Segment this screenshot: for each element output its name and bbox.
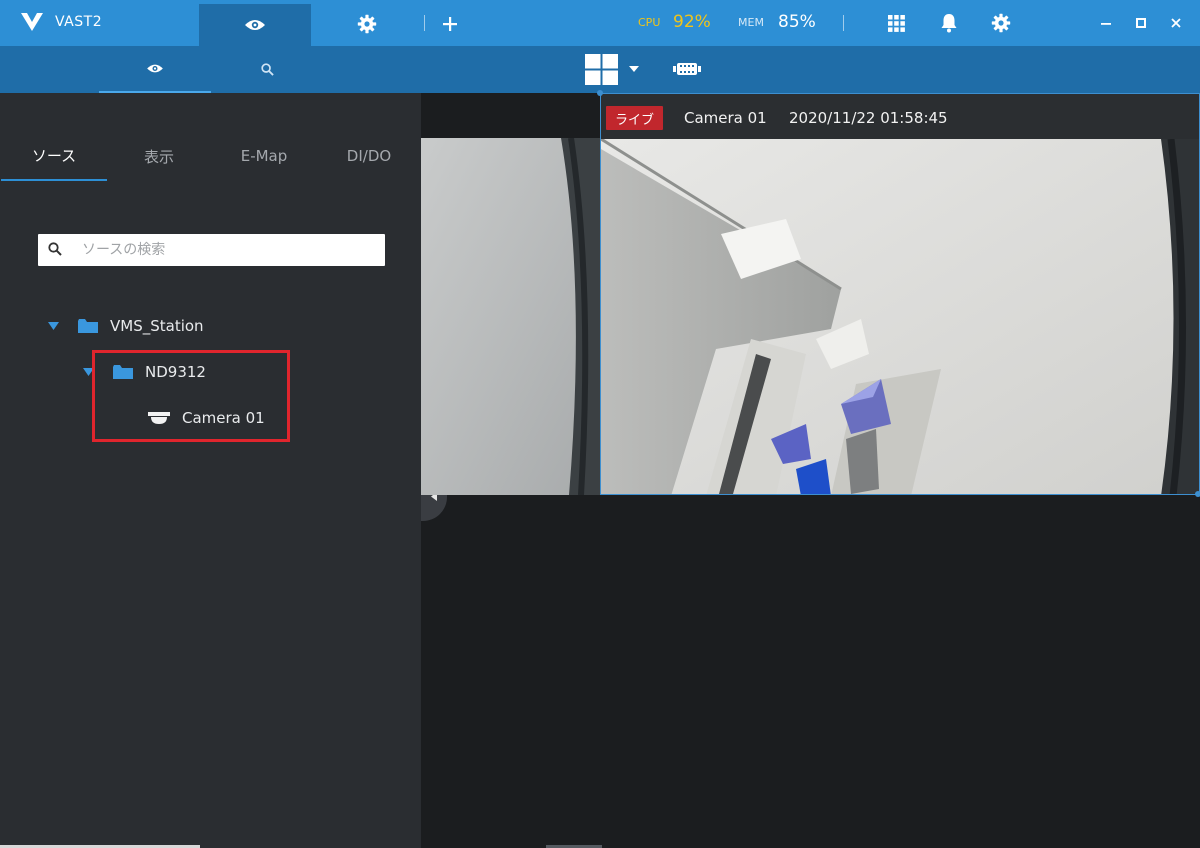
add-tab-button[interactable] [441,15,459,33]
eye-icon [147,64,163,73]
close-icon [1171,18,1181,28]
grid-icon [887,14,905,32]
side-tab-liveview[interactable] [99,46,211,93]
cpu-value: 92% [673,12,711,32]
tree-item-vms-station[interactable]: VMS_Station [48,313,204,339]
tile-corner-handle [597,90,603,96]
search-icon [260,63,274,76]
video-tile-partial[interactable] [421,138,600,495]
fisheye-video-feed [601,139,1199,494]
source-search [38,234,385,266]
video-tile-header: ライブ Camera 01 2020/11/22 01:58:45 [601,94,1199,139]
mem-label: MEM [738,16,764,29]
tab-emap[interactable]: E-Map [211,131,317,181]
settings-tab[interactable] [356,13,378,35]
video-tile-camera-01[interactable]: ライブ Camera 01 2020/11/22 01:58:45 [600,93,1200,495]
close-button[interactable] [1168,15,1184,31]
separator [424,15,425,31]
source-tabs: ソース 表示 E-Map DI/DO [0,131,421,181]
vivotek-logo-icon [21,13,43,31]
fisheye-mode-button[interactable] [672,61,702,77]
expand-arrow-icon [48,322,59,330]
tree-label: VMS_Station [110,317,204,335]
source-sidebar: ソース 表示 E-Map DI/DO VMS_Station ND9312 Ca… [0,93,421,848]
bell-icon [941,14,957,33]
layout-selector[interactable] [583,52,619,86]
tab-sources[interactable]: ソース [1,131,107,181]
minimize-icon [1101,23,1111,25]
folder-icon [78,319,98,333]
liveview-tab[interactable] [199,4,311,46]
film-icon [673,63,701,75]
camera-name: Camera 01 [684,109,767,127]
system-settings-button[interactable] [990,12,1012,34]
fisheye-video-feed [421,138,600,495]
app-title: VAST2 [55,14,103,30]
plus-icon [443,17,457,31]
live-badge: ライブ [606,106,664,130]
gear-icon [357,14,377,34]
side-tab-search[interactable] [211,46,323,93]
tile-corner-handle [1195,491,1200,497]
tab-views[interactable]: 表示 [106,131,212,181]
mem-value: 85% [778,12,816,32]
separator [843,15,844,31]
minimize-button[interactable] [1098,15,1114,31]
title-bar: VAST2 CPU 92% MEM 85% [0,0,1200,46]
maximize-button[interactable] [1133,15,1149,31]
layout-grid-icon [584,53,618,85]
search-icon [48,242,62,256]
notifications-button[interactable] [939,12,959,34]
source-search-input[interactable] [74,234,374,266]
eye-icon [245,20,265,30]
toolbar [0,46,1200,93]
camera-timestamp: 2020/11/22 01:58:45 [789,109,948,127]
chevron-down-icon [629,66,639,72]
layout-dropdown-button[interactable] [628,65,640,73]
highlight-annotation [92,350,290,442]
maximize-icon [1136,18,1146,28]
cpu-label: CPU [638,16,661,29]
tab-dido[interactable]: DI/DO [316,131,422,181]
app-grid-button[interactable] [886,13,906,33]
gear-icon [991,13,1011,33]
